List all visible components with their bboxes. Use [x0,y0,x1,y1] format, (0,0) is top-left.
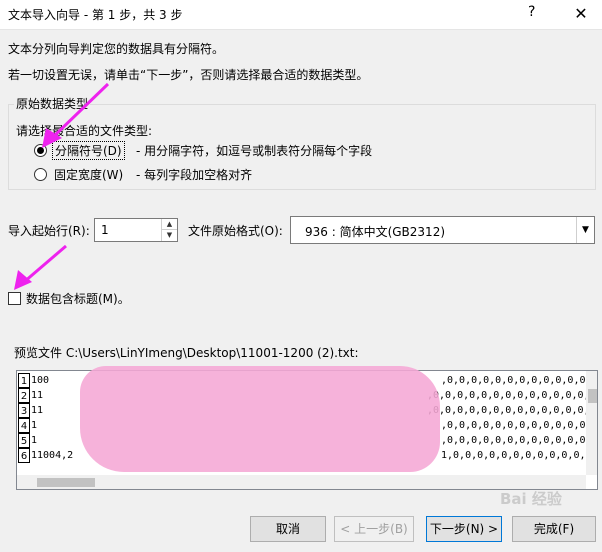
finish-button[interactable]: 完成(F) [512,516,596,542]
title-bar: 文本导入向导 - 第 1 步，共 3 步 ? ✕ [0,0,602,30]
annotation-arrow-icon [14,244,67,290]
start-row-stepper[interactable]: 1 ▲ ▼ [94,218,178,242]
help-icon[interactable]: ? [528,4,535,20]
group-legend: 原始数据类型 [14,95,91,112]
header-checkbox-row[interactable]: 数据包含标题(M)。 [8,290,130,307]
spin-up-icon[interactable]: ▲ [162,219,177,230]
row-tail: ,0,0,0,0,0,0,0,0,0,0,0,0,0,0 [441,435,587,446]
header-checkbox[interactable] [8,292,21,305]
vertical-scroll-thumb[interactable] [588,389,597,403]
file-type-prompt: 请选择最合适的文件类型: [16,124,153,138]
start-row-label: 导入起始行(R): [8,224,90,238]
row-head: 1 [31,420,38,431]
preview-label: 预览文件 C:\Users\LinYImeng\Desktop\11001-12… [14,346,359,360]
next-button[interactable]: 下一步(N) > [426,516,502,542]
spin-down-icon[interactable]: ▼ [162,230,177,241]
chevron-down-icon[interactable]: ▼ [576,217,594,243]
stepper-buttons: ▲ ▼ [161,219,177,241]
row-head: 11 [31,390,44,401]
row-number: 6 [18,448,30,463]
redaction-overlay [80,366,440,472]
row-number: 5 [18,433,30,448]
horizontal-scrollbar[interactable] [17,475,586,489]
option-description: - 每列字段加空格对齐 [136,167,253,182]
option-label[interactable]: 分隔符号(D) [52,140,125,160]
row-number: 4 [18,418,30,433]
row-head: 11 [31,405,44,416]
cancel-button[interactable]: 取消 [250,516,326,542]
option-description: - 用分隔字符，如逗号或制表符分隔每个字段 [136,143,373,158]
row-head: 100 [31,375,50,386]
row-numbers: 1 2 3 4 5 6 [18,373,30,463]
radio-delimited[interactable]: 分隔符号(D) [34,140,125,160]
row-tail: ,0,0,0,0,0,0,0,0,0,0,0,0,0,0 [427,405,587,416]
intro-line-2: 若一切设置无误，请单击“下一步”，否则请选择最合适的数据类型。 [8,68,369,82]
row-tail: ,0,0,0,0,0,0,0,0,0,0,0,0,0,0 [441,420,587,431]
window-title: 文本导入向导 - 第 1 步，共 3 步 [8,8,183,22]
vertical-scrollbar[interactable] [586,371,597,475]
file-origin-label: 文件原始格式(O): [188,224,283,238]
radio-fixed-width[interactable]: 固定宽度(W) [34,165,125,183]
radio-button[interactable] [34,143,47,157]
radio-button[interactable] [34,167,47,181]
row-tail: 1,0,0,0,0,0,0,0,0,0,0,0,0,0 [441,450,587,461]
option-label[interactable]: 固定宽度(W) [52,166,125,183]
row-tail: ,0,0,0,0,0,0,0,0,0,0,0,0,0,0 [427,390,587,401]
file-origin-value[interactable]: 936 : 简体中文(GB2312) [305,223,445,240]
row-number: 1 [18,373,30,388]
row-head: 11004,2 [31,450,74,461]
baidu-watermark: Bai 经验 [500,490,562,508]
header-checkbox-label[interactable]: 数据包含标题(M)。 [26,290,130,307]
intro-line-1: 文本分列向导判定您的数据具有分隔符。 [8,42,225,56]
horizontal-scroll-thumb[interactable] [37,478,95,487]
file-origin-select[interactable]: 936 : 简体中文(GB2312) ▼ [290,216,595,244]
row-tail: ,0,0,0,0,0,0,0,0,0,0,0,0,0,0 [441,375,598,386]
row-number: 2 [18,388,30,403]
row-number: 3 [18,403,30,418]
start-row-value[interactable]: 1 [101,223,109,237]
close-icon[interactable]: ✕ [568,2,594,26]
prev-button[interactable]: < 上一步(B) [334,516,414,542]
row-head: 1 [31,435,38,446]
